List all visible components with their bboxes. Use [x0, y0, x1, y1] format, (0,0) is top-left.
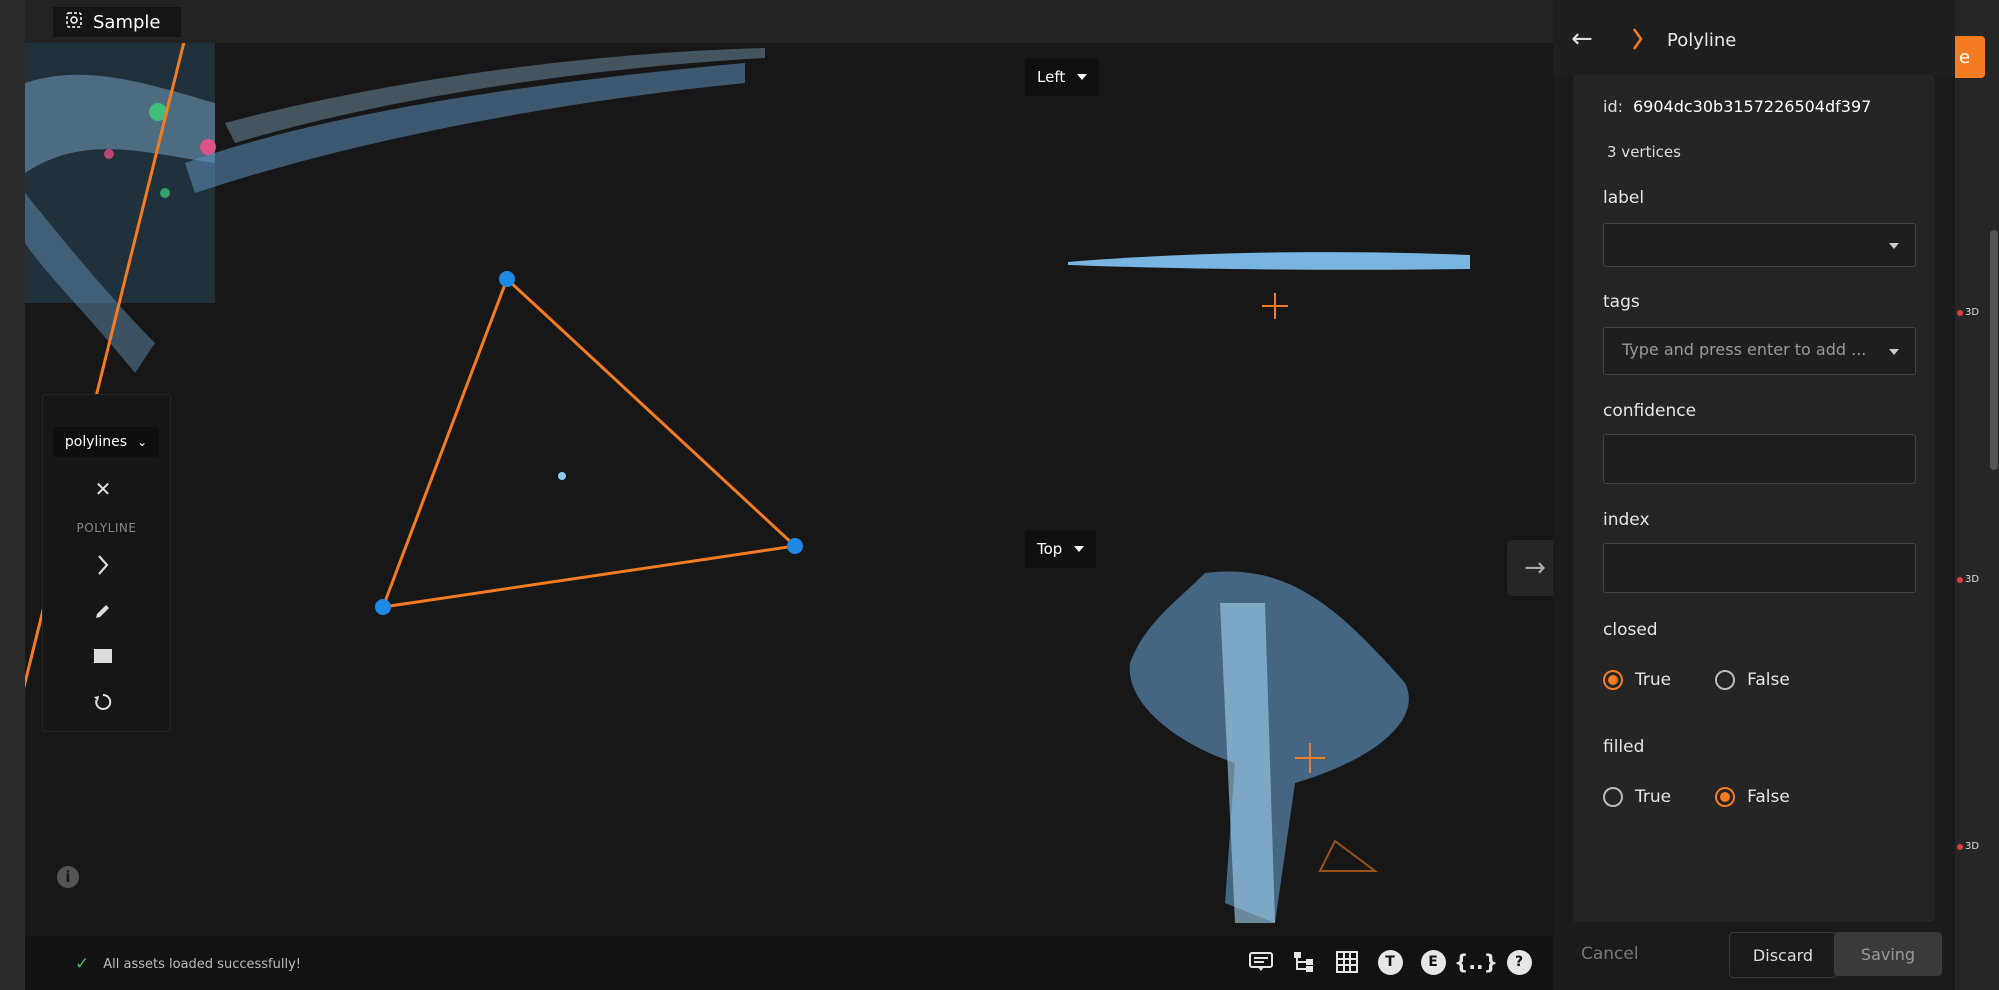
- mode-select-label: polylines: [64, 434, 128, 450]
- arrow-right-icon: →: [1524, 553, 1546, 583]
- chevron-down-icon: ⌄: [137, 435, 148, 449]
- annotation-tool-panel: polylines ⌄ ✕ POLYLINE: [42, 394, 171, 732]
- chevron-down-icon: [1074, 546, 1085, 552]
- polyline-vertex[interactable]: [375, 599, 391, 615]
- close-tool-button[interactable]: ✕: [91, 477, 115, 501]
- checkmark-icon: ✓: [75, 954, 90, 974]
- id-row: id: 6904dc30b3157226504df397: [1603, 97, 1871, 116]
- grid-icon[interactable]: [1333, 948, 1361, 976]
- polyline-vertex[interactable]: [787, 538, 803, 554]
- filled-true-radio[interactable]: [1603, 787, 1623, 807]
- confidence-field-label: confidence: [1603, 401, 1697, 421]
- help-glyph: ?: [1506, 949, 1532, 975]
- tags-field-label: tags: [1603, 292, 1640, 312]
- back-arrow-icon[interactable]: ←: [1571, 26, 1593, 52]
- closed-field-label: closed: [1603, 620, 1658, 640]
- chevron-down-icon: [1889, 243, 1899, 249]
- id-value: 6904dc30b3157226504df397: [1633, 97, 1872, 116]
- filled-field-label: filled: [1603, 737, 1645, 757]
- filled-false-radio[interactable]: [1715, 787, 1736, 807]
- top-view-label: Top: [1037, 540, 1063, 558]
- underlying-page-edge: [0, 0, 25, 990]
- edit-pencil-icon[interactable]: [91, 599, 115, 623]
- status-toolbar: T E {..} ?: [1247, 948, 1533, 976]
- confidence-input[interactable]: [1603, 434, 1916, 484]
- closed-false-label: False: [1747, 670, 1790, 690]
- top-view-scene: [1129, 571, 1409, 923]
- chevron-down-icon: [1889, 349, 1899, 355]
- 3d-viewer-canvas[interactable]: Left Top → i: [25, 43, 1553, 936]
- index-field-label: index: [1603, 510, 1650, 530]
- polyline-center[interactable]: [558, 472, 566, 480]
- closed-true-label: True: [1635, 670, 1672, 690]
- annotation-form: id: 6904dc30b3157226504df397 3 vertices l…: [1573, 75, 1935, 922]
- tab-title: Sample: [93, 11, 161, 33]
- left-view-scene: [1068, 252, 1470, 319]
- caption-icon[interactable]: [1247, 948, 1275, 976]
- discard-button[interactable]: Discard: [1729, 932, 1837, 978]
- hierarchy-icon[interactable]: [1290, 948, 1318, 976]
- label-field-label: label: [1603, 188, 1645, 208]
- saving-button[interactable]: Saving: [1834, 932, 1942, 976]
- left-view-label: Left: [1037, 68, 1066, 86]
- status-message: ✓ All assets loaded successfully!: [75, 954, 301, 974]
- 3d-badge: 3D: [1957, 841, 1979, 852]
- cancel-button[interactable]: Cancel: [1581, 944, 1639, 964]
- 3d-badge: 3D: [1957, 574, 1979, 585]
- filled-radio-group: True False: [1603, 787, 1790, 807]
- point-cloud-main: [25, 43, 765, 373]
- text-toggle-glyph: T: [1377, 949, 1403, 975]
- polyline-vertex[interactable]: [499, 271, 515, 287]
- closed-radio-group: True False: [1603, 670, 1790, 690]
- id-label: id:: [1603, 97, 1623, 116]
- sample-icon: [65, 11, 83, 34]
- status-bar: ✓ All assets loaded successfully! T E {.…: [25, 936, 1553, 990]
- sidebar-header: ← Polyline: [1553, 0, 1955, 75]
- text-toggle-icon[interactable]: T: [1376, 948, 1404, 976]
- info-icon[interactable]: i: [57, 866, 79, 888]
- json-icon[interactable]: {..}: [1454, 948, 1498, 976]
- rectangle-tool-icon[interactable]: [91, 644, 115, 668]
- tab-sample[interactable]: Sample: [53, 7, 181, 37]
- filled-true-label: True: [1635, 787, 1672, 807]
- closed-true-radio[interactable]: [1603, 670, 1623, 690]
- filled-false-label: False: [1747, 787, 1790, 807]
- embeddings-icon[interactable]: E: [1419, 948, 1447, 976]
- closed-false-radio[interactable]: [1715, 670, 1736, 690]
- next-sample-button[interactable]: →: [1507, 540, 1553, 596]
- point-cloud-scene: [25, 43, 1470, 923]
- tags-placeholder: Type and press enter to add ...: [1622, 340, 1867, 359]
- polyline-icon: [1628, 28, 1646, 54]
- index-input[interactable]: [1603, 543, 1916, 593]
- help-icon[interactable]: ?: [1505, 948, 1533, 976]
- tool-section-label: POLYLINE: [76, 521, 137, 535]
- label-select[interactable]: [1603, 223, 1916, 267]
- embeddings-glyph: E: [1420, 949, 1446, 975]
- annotation-sidebar: ← Polyline id: 6904dc30b3157226504df397 3…: [1553, 0, 1955, 990]
- sidebar-title: Polyline: [1667, 30, 1737, 51]
- top-view-select[interactable]: Top: [1025, 530, 1097, 568]
- polyline-tool-icon[interactable]: [91, 553, 115, 577]
- modal-tab-bar: Sample: [25, 0, 1553, 43]
- reset-icon[interactable]: [91, 690, 115, 714]
- vertex-count: 3 vertices: [1607, 143, 1681, 161]
- scrollbar-thumb[interactable]: [1990, 230, 1998, 470]
- underlying-action-label: e: [1959, 46, 1971, 68]
- chevron-down-icon: [1077, 74, 1088, 80]
- underlying-action-button[interactable]: e: [1955, 36, 1985, 78]
- selected-polyline[interactable]: [375, 271, 803, 615]
- status-text: All assets loaded successfully!: [103, 956, 301, 972]
- sidebar-footer: Cancel Discard Saving: [1553, 932, 1955, 978]
- left-view-select[interactable]: Left: [1025, 58, 1100, 96]
- 3d-badge: 3D: [1957, 307, 1979, 318]
- tags-input[interactable]: Type and press enter to add ...: [1603, 327, 1916, 375]
- annotation-mode-select[interactable]: polylines ⌄: [53, 427, 159, 457]
